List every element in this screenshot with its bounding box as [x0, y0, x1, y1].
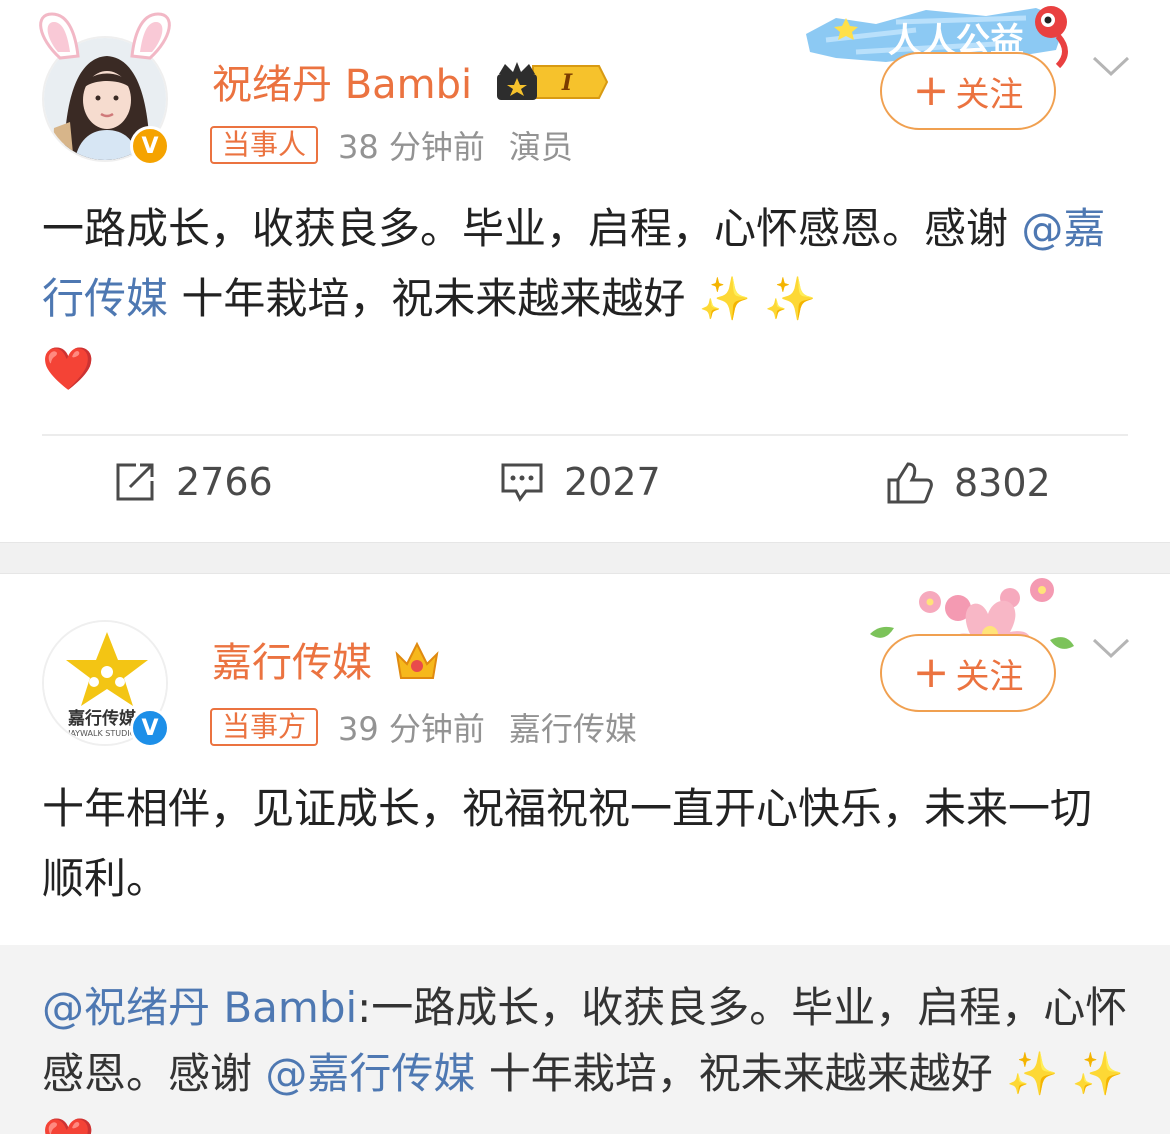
weibo-post-jaywalk: 嘉行传媒 JAYWALK STUDIO V 嘉行传媒 当事方 39 分钟前 嘉行…: [0, 574, 1170, 1134]
comment-icon: [501, 463, 543, 502]
follow-button[interactable]: + 关注: [880, 52, 1056, 130]
post-text: 十年相伴，见证成长，祝福祝祝一直开心快乐，未来一切顺利。: [42, 784, 1093, 903]
heart-emoji: ❤️: [42, 344, 95, 393]
quoted-author-link[interactable]: @祝绪丹 Bambi: [42, 983, 357, 1032]
plus-icon: +: [912, 65, 950, 116]
quoted-post-text: @祝绪丹 Bambi:一路成长，收获良多。毕业，启程，心怀感恩。感谢 @嘉行传媒…: [42, 983, 1128, 1134]
post-meta: 当事人 38 分钟前 演员: [210, 122, 573, 168]
comment-button[interactable]: 2027: [500, 460, 661, 504]
chevron-down-icon[interactable]: [1092, 636, 1130, 660]
post-time: 38 分钟前: [338, 128, 485, 166]
post-source: 演员: [508, 128, 573, 166]
plus-icon: +: [912, 647, 950, 698]
action-bar: 2766 2027 8302: [0, 460, 1170, 516]
post-time: 39 分钟前: [338, 710, 485, 748]
author-name[interactable]: 嘉行传媒: [212, 630, 441, 688]
svg-text:JAYWALK STUDIO: JAYWALK STUDIO: [67, 729, 136, 738]
author-name[interactable]: 祝绪丹 Bambi I: [212, 52, 609, 110]
like-button[interactable]: 8302: [886, 460, 1051, 506]
weibo-post-bambi: V 祝绪丹 Bambi I 当事人 38 分钟前 演员 人人公益 + 关注 一路…: [0, 0, 1170, 542]
mention-link[interactable]: @嘉行传媒: [265, 1049, 475, 1098]
role-tag: 当事人: [210, 126, 319, 164]
post-separator: [0, 542, 1170, 574]
svg-text:嘉行传媒: 嘉行传媒: [67, 708, 137, 729]
repost-button[interactable]: 2766: [114, 460, 273, 504]
post-meta: 当事方 39 分钟前 嘉行传媒: [210, 704, 637, 750]
role-tag: 当事方: [210, 708, 319, 746]
membership-crown-icon: I: [496, 62, 608, 100]
follow-button[interactable]: + 关注: [880, 634, 1056, 712]
svg-text:I: I: [561, 70, 573, 96]
verified-badge-icon: V: [130, 708, 170, 748]
divider: [42, 434, 1128, 436]
post-text: 一路成长，收获良多。毕业，启程，心怀感恩。感谢 @嘉行传媒 十年栽培，祝未来越来…: [42, 204, 1106, 393]
quoted-post[interactable]: @祝绪丹 Bambi:一路成长，收获良多。毕业，启程，心怀感恩。感谢 @嘉行传媒…: [0, 945, 1170, 1134]
verified-badge-icon: V: [130, 126, 170, 166]
author-avatar[interactable]: 嘉行传媒 JAYWALK STUDIO V: [42, 620, 170, 748]
bunny-ears-decoration: [39, 12, 171, 60]
chevron-down-icon[interactable]: [1092, 54, 1130, 78]
thumbs-up-icon: [887, 462, 933, 504]
post-source: 嘉行传媒: [508, 710, 637, 748]
crown-icon: [395, 641, 439, 679]
repost-icon: [116, 463, 154, 501]
